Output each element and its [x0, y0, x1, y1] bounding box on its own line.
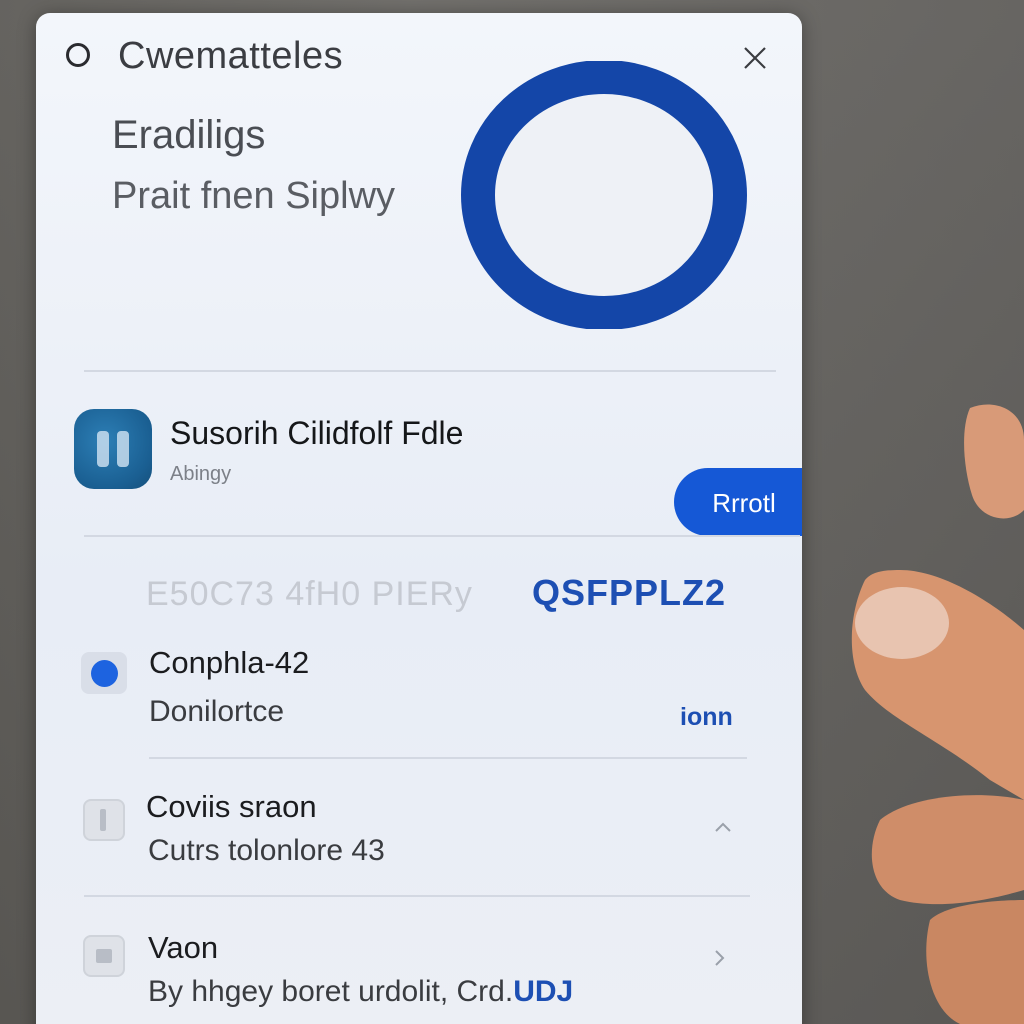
- square-icon: [83, 935, 125, 977]
- divider: [84, 535, 800, 537]
- square-icon: [83, 799, 125, 841]
- app-icon-bar: [97, 431, 109, 467]
- code-label-faded: E50C73 4fH0 PIERy: [146, 575, 473, 613]
- window-title: Cwematteles: [118, 35, 344, 77]
- row-subtitle-tail: UDJ: [513, 975, 574, 1008]
- divider: [84, 370, 776, 372]
- app-icon-bar: [117, 431, 129, 467]
- row-title: Vaon: [148, 930, 219, 965]
- ring-graphic: [461, 61, 747, 329]
- row-subtitle-main: By hhgey boret urdolit, Crd.: [148, 975, 514, 1008]
- app-subtitle: Abingy: [170, 463, 232, 485]
- window-status-icon: [66, 43, 90, 67]
- row-action-link[interactable]: ionn: [680, 703, 733, 732]
- hand-photo: [851, 404, 1024, 1024]
- dialog-window: Cwematteles Eradiligs Prait fnen Siplwy …: [36, 13, 802, 1024]
- hero-subheading: Prait fnen Siplwy: [112, 175, 396, 217]
- square-icon-mark: [96, 949, 112, 963]
- app-name: Susorih Cilidfolf Fdle: [170, 415, 464, 451]
- code-value: QSFPPLZ2: [532, 572, 727, 613]
- hero-heading: Eradiligs: [112, 113, 266, 157]
- square-icon-mark: [100, 809, 106, 831]
- row-subtitle: Donilortce: [149, 695, 285, 728]
- app-icon: [74, 409, 152, 489]
- divider: [149, 757, 747, 759]
- row-title: Coviis sraon: [146, 789, 317, 824]
- chevron-right-icon[interactable]: [708, 947, 730, 969]
- chevron-up-icon[interactable]: [712, 816, 734, 838]
- radio-selected-icon[interactable]: [81, 652, 127, 694]
- row-title: Conphla-42: [149, 645, 310, 680]
- row-subtitle: By hhgey boret urdolit, Crd.UDJ: [148, 975, 573, 1009]
- divider: [84, 895, 750, 897]
- row-subtitle: Cutrs tolonlore 43: [148, 834, 385, 867]
- primary-action-button[interactable]: Rrrotl: [674, 468, 802, 536]
- radio-dot: [91, 660, 118, 687]
